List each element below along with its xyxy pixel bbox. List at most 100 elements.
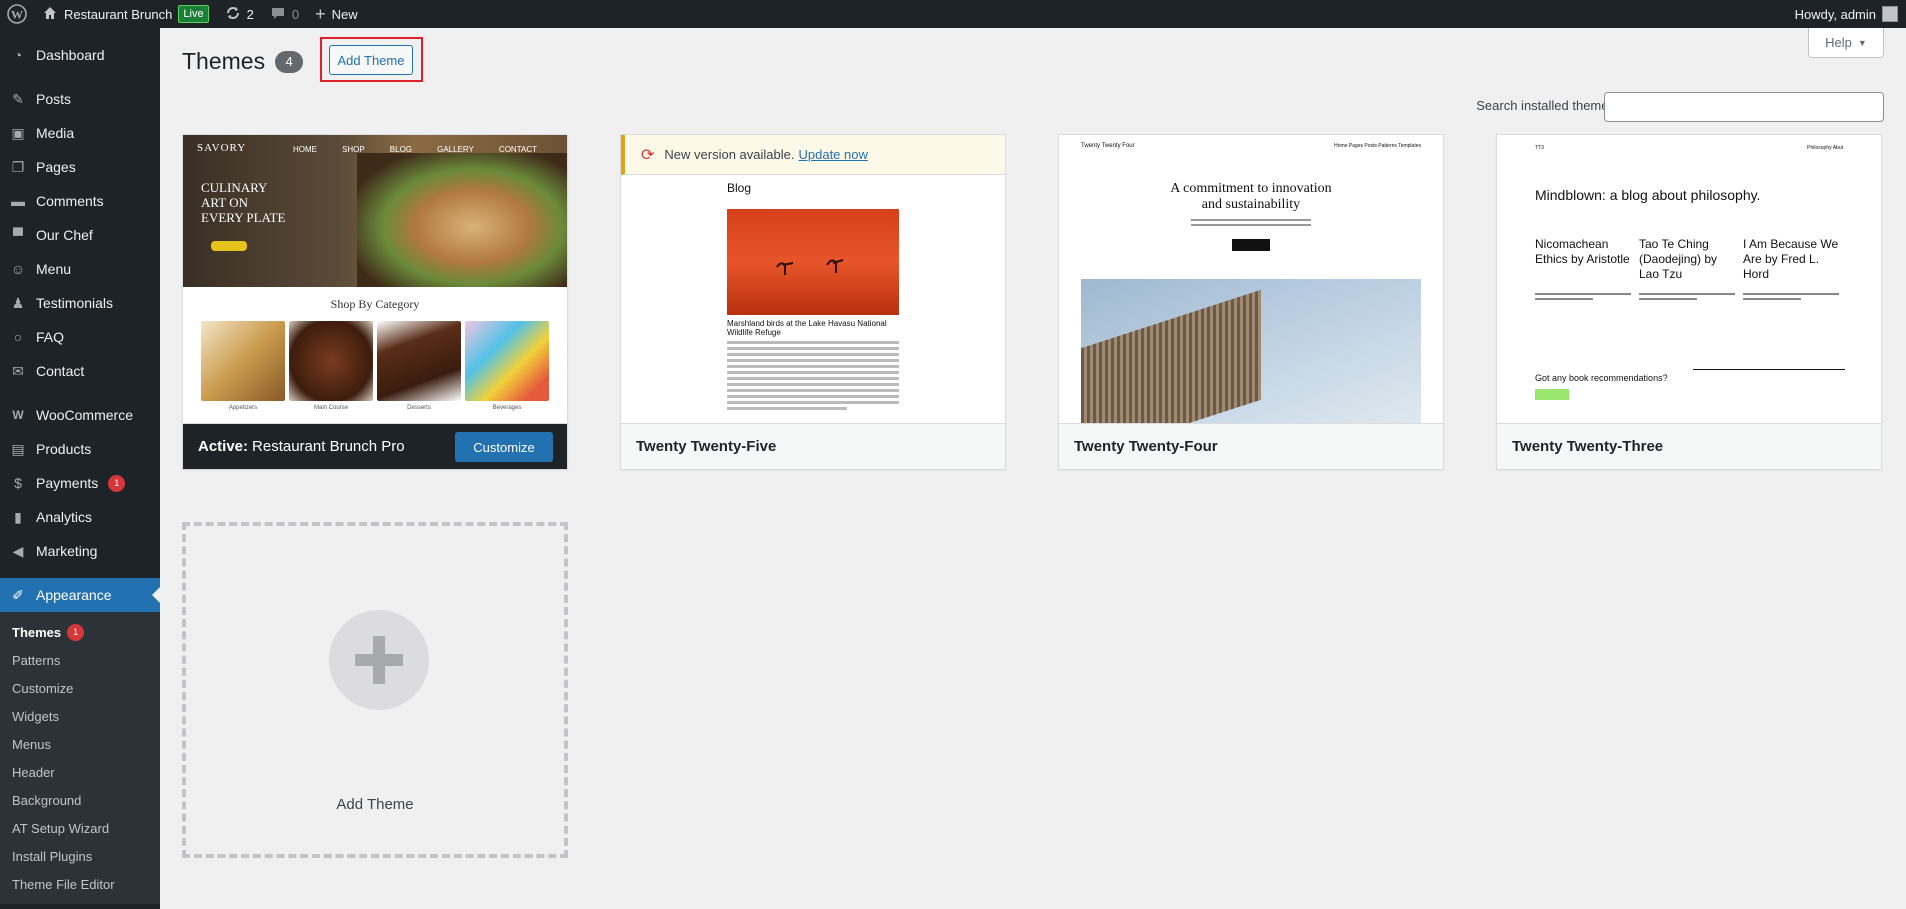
updates-link[interactable]: 2	[217, 0, 262, 28]
themes-badge: 1	[67, 623, 85, 641]
menu-label: Appearance	[36, 587, 112, 603]
preview-headline: Mindblown: a blog about philosophy.	[1535, 187, 1761, 203]
theme-screenshot[interactable]: TT3 Philosophy Abut Mindblown: a blog ab…	[1497, 135, 1881, 423]
preview-text-lines	[1191, 219, 1311, 229]
menu-marketing[interactable]: ◀ Marketing	[0, 534, 160, 568]
smiley-icon: ☺	[10, 261, 26, 277]
comments-icon: ▬	[11, 193, 25, 209]
circle-icon: ○	[13, 329, 23, 345]
update-now-link[interactable]: Update now	[798, 147, 867, 162]
menu-media[interactable]: ▣ Media	[0, 116, 160, 150]
menu-label: FAQ	[36, 329, 65, 345]
page-title: Themes 4	[182, 48, 304, 75]
new-content-link[interactable]: + New	[307, 0, 366, 28]
menu-testimonials[interactable]: ♟ Testimonials	[0, 286, 160, 320]
customize-button[interactable]: Customize	[455, 432, 553, 462]
updates-count: 2	[246, 6, 254, 22]
menu-our-chef[interactable]: ▀ Our Chef	[0, 218, 160, 252]
preview-post-title: Nicomachean Ethics by Aristotle	[1535, 237, 1630, 266]
main-content: Help ▼ Themes 4 Add Theme Search installe…	[160, 28, 1906, 909]
submenu-label: Theme File Editor	[12, 876, 115, 892]
theme-screenshot[interactable]: Blog Marshland birds at the Lake Havasu …	[621, 135, 1005, 423]
search-themes-input[interactable]	[1604, 92, 1884, 122]
help-button[interactable]: Help ▼	[1808, 28, 1884, 58]
theme-name: Restaurant Brunch Pro	[252, 438, 405, 455]
preview-cta-text: Got any book recommendations?	[1535, 373, 1668, 383]
menu-woocommerce[interactable]: W WooCommerce	[0, 398, 160, 432]
submenu-widgets[interactable]: Widgets	[0, 702, 160, 730]
category-label: Main Course	[313, 405, 348, 411]
theme-card-twenty-twenty-five[interactable]: Blog Marshland birds at the Lake Havasu …	[620, 134, 1006, 470]
dashboard-icon: ◔	[13, 47, 23, 63]
payments-badge: 1	[108, 474, 126, 492]
category-image	[377, 321, 461, 401]
menu-appearance[interactable]: ✐ Appearance	[0, 578, 160, 612]
submenu-theme-file-editor[interactable]: Theme File Editor	[0, 870, 160, 898]
preview-post-title: Tao Te Ching (Daodejing) by Lao Tzu	[1639, 237, 1718, 281]
menu-label: WooCommerce	[36, 407, 133, 423]
menu-comments[interactable]: ▬ Comments	[0, 184, 160, 218]
submenu-label: Install Plugins	[12, 848, 93, 864]
menu-dashboard[interactable]: ◔ Dashboard	[0, 38, 160, 72]
theme-screenshot[interactable]: Twenty Twenty Four Home Pages Posts Patt…	[1059, 135, 1443, 423]
wordpress-logo-icon[interactable]: W	[0, 0, 34, 28]
preview-text-lines	[1535, 293, 1631, 303]
category-label: Appetizers	[228, 405, 258, 411]
menu-payments[interactable]: $ Payments 1	[0, 466, 160, 500]
preview-button	[1535, 389, 1569, 400]
menu-products[interactable]: ▤ Products	[0, 432, 160, 466]
menu-label: Our Chef	[36, 227, 93, 243]
updates-icon	[225, 5, 241, 24]
submenu-header[interactable]: Header	[0, 758, 160, 786]
menu-analytics[interactable]: ▮ Analytics	[0, 500, 160, 534]
comments-link[interactable]: 0	[262, 0, 307, 28]
theme-card-twenty-twenty-four[interactable]: Twenty Twenty Four Home Pages Posts Patt…	[1058, 134, 1444, 470]
person-icon: ♟	[11, 294, 25, 311]
paintbrush-icon: ✐	[12, 586, 24, 603]
submenu-background[interactable]: Background	[0, 786, 160, 814]
preview-button	[1232, 239, 1270, 251]
submenu-themes[interactable]: Themes 1	[0, 618, 160, 646]
menu-menu[interactable]: ☺ Menu	[0, 252, 160, 286]
submenu-label: Patterns	[12, 652, 61, 668]
howdy-text: Howdy, admin	[1794, 6, 1876, 22]
theme-screenshot[interactable]: SAVORY HOME SHOP BLOG GALLERY CONTACT CU…	[183, 135, 567, 423]
submenu-label: Background	[12, 792, 82, 808]
active-prefix: Active:	[198, 438, 249, 455]
add-theme-button[interactable]: Add Theme	[329, 45, 413, 75]
preview-button	[211, 241, 247, 251]
submenu-customize[interactable]: Customize	[0, 674, 160, 702]
search-label: Search installed themes	[1476, 98, 1615, 113]
preview-image	[1081, 279, 1421, 423]
add-new-theme-card[interactable]: Add Theme	[182, 522, 568, 858]
headline-line: ART ON	[201, 195, 249, 210]
menu-posts[interactable]: ✎ Posts	[0, 82, 160, 116]
menu-label: Contact	[36, 363, 85, 379]
preview-nav-item: CONTACT	[498, 145, 537, 154]
submenu-menus[interactable]: Menus	[0, 730, 160, 758]
submenu-label: Header	[12, 764, 55, 780]
comments-count: 0	[291, 6, 300, 22]
submenu-install-plugins[interactable]: Install Plugins	[0, 842, 160, 870]
woo-icon: W	[12, 408, 24, 422]
submenu-label: Menus	[12, 736, 52, 752]
menu-label: Pages	[36, 159, 76, 175]
menu-faq[interactable]: ○ FAQ	[0, 320, 160, 354]
theme-card-restaurant-brunch-pro[interactable]: SAVORY HOME SHOP BLOG GALLERY CONTACT CU…	[182, 134, 568, 470]
theme-card-twenty-twenty-three[interactable]: TT3 Philosophy Abut Mindblown: a blog ab…	[1496, 134, 1882, 470]
category-image	[201, 321, 285, 401]
menu-label: Comments	[36, 193, 104, 209]
preview-site-title: Twenty Twenty Four	[1081, 143, 1135, 149]
caret-down-icon: ▼	[1857, 37, 1867, 48]
menu-label: Dashboard	[36, 47, 105, 63]
preview-headline: A commitment to innovation and sustainab…	[1059, 181, 1443, 213]
menu-contact[interactable]: ✉ Contact	[0, 354, 160, 388]
account-menu[interactable]: Howdy, admin	[1787, 0, 1906, 28]
menu-pages[interactable]: ❐ Pages	[0, 150, 160, 184]
admin-bar: W Restaurant Brunch Live 2 0 + New Howdy…	[0, 0, 1906, 28]
submenu-at-setup-wizard[interactable]: AT Setup Wizard	[0, 814, 160, 842]
preview-image	[727, 209, 899, 315]
site-name-link[interactable]: Restaurant Brunch Live	[34, 0, 217, 28]
submenu-patterns[interactable]: Patterns	[0, 646, 160, 674]
headline-line: A commitment to innovation	[1170, 181, 1332, 196]
